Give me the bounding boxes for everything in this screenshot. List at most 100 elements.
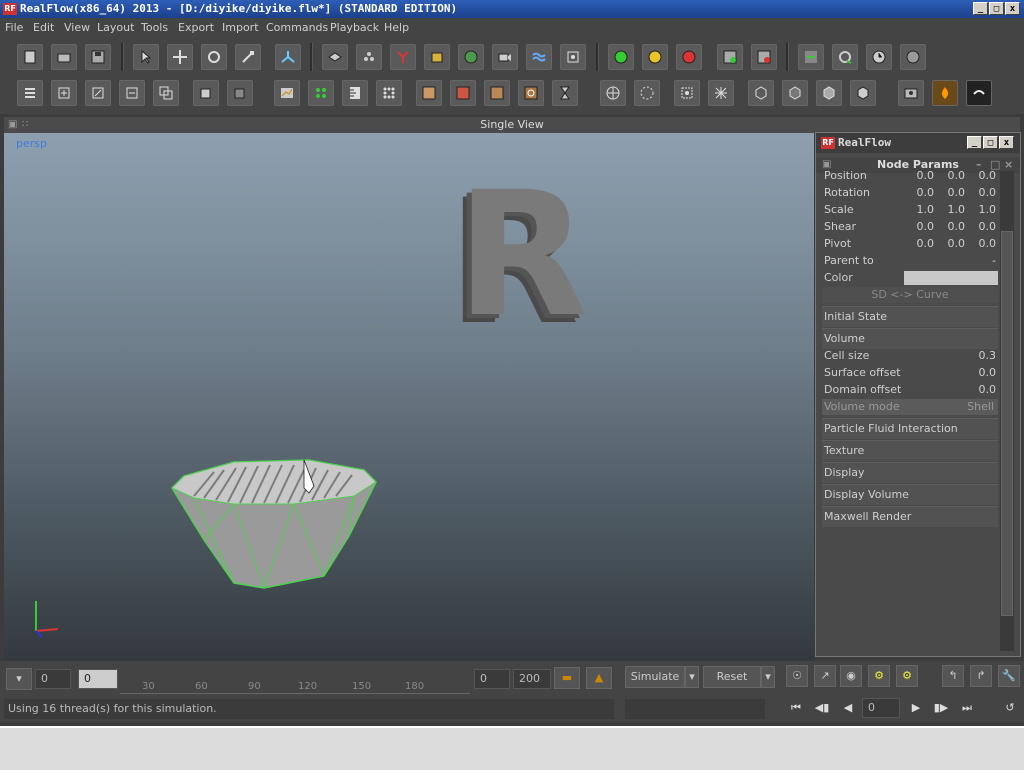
panel-scrollbar[interactable] [1000, 171, 1014, 651]
viewport-grid-icon[interactable]: ∷ [22, 117, 28, 133]
param-row-parent-to[interactable]: Parent to - [822, 253, 998, 269]
viewport-menu-icon[interactable]: ▣ [8, 117, 17, 133]
play-sim-button[interactable] [608, 44, 634, 70]
menu-export[interactable]: Export [178, 18, 214, 38]
maximize-button[interactable]: □ [989, 2, 1004, 15]
param-row-volume-mode[interactable]: Volume mode Shell [822, 399, 998, 415]
timeline-options-button[interactable]: ▾ [6, 668, 32, 690]
param-row-color[interactable]: Color [822, 270, 998, 286]
step-back-button[interactable]: ◀▮ [811, 700, 833, 716]
key-frame-button[interactable]: ▬ [554, 667, 580, 689]
loop-button[interactable]: ↺ [999, 700, 1021, 716]
menu-layout[interactable]: Layout [97, 18, 134, 38]
box-shaded-button[interactable] [227, 80, 253, 106]
emitter-button[interactable] [322, 44, 348, 70]
current-frame-field[interactable]: 0 [78, 669, 118, 689]
param-row-cell-size[interactable]: Cell size 0.3 [822, 348, 998, 364]
minimize-button[interactable]: _ [973, 2, 988, 15]
cube-textured-button[interactable] [850, 80, 876, 106]
color-swatch[interactable] [904, 271, 998, 285]
rigid-body-button[interactable] [560, 44, 586, 70]
param-row-shear[interactable]: Shear 0.0 0.0 0.0 [822, 219, 998, 235]
section-display[interactable]: Display [822, 462, 998, 483]
graph-button[interactable] [274, 80, 300, 106]
r-text-object[interactable]: R [456, 169, 588, 341]
view-globe-button[interactable]: ☉ [786, 665, 808, 687]
section-texture[interactable]: Texture [822, 440, 998, 461]
viewport-a-button[interactable] [600, 80, 626, 106]
texture-b-button[interactable] [450, 80, 476, 106]
unlink-node-button[interactable] [119, 80, 145, 106]
camera-button[interactable] [492, 44, 518, 70]
menu-file[interactable]: File [5, 18, 23, 38]
nodes-button[interactable] [308, 80, 334, 106]
menu-help[interactable]: Help [384, 18, 409, 38]
batch-button[interactable] [832, 44, 858, 70]
save-state-button[interactable] [717, 44, 743, 70]
bowl-mesh-object[interactable] [164, 448, 384, 593]
range-start-field[interactable]: 0 [474, 669, 510, 689]
section-maxwell-render[interactable]: Maxwell Render [822, 506, 998, 527]
param-row-surface-offset[interactable]: Surface offset 0.0 [822, 365, 998, 381]
open-scene-button[interactable] [51, 44, 77, 70]
texture-c-button[interactable] [484, 80, 510, 106]
scale-tool-button[interactable] [235, 44, 261, 70]
save-scene-button[interactable] [85, 44, 111, 70]
cache-frame-button[interactable]: ▲ [586, 667, 612, 689]
pause-sim-button[interactable] [642, 44, 668, 70]
play-forward-button[interactable]: ▶ [905, 700, 927, 716]
section-volume[interactable]: Volume [822, 328, 998, 349]
eye-view-button[interactable]: ◉ [840, 665, 862, 687]
add-node-button[interactable] [51, 80, 77, 106]
section-initial-state[interactable]: Initial State [822, 306, 998, 327]
rotate-tool-button[interactable] [201, 44, 227, 70]
texture-a-button[interactable] [416, 80, 442, 106]
stop-sim-button[interactable] [676, 44, 702, 70]
playback-frame-field[interactable]: 0 [862, 698, 900, 718]
select-tool-button[interactable] [133, 44, 159, 70]
gear-a-button[interactable]: ⚙ [868, 665, 890, 687]
menu-playback[interactable]: Playback [330, 18, 379, 38]
object-button[interactable] [424, 44, 450, 70]
script-button[interactable] [798, 44, 824, 70]
mesh-button[interactable] [458, 44, 484, 70]
viewport-b-button[interactable] [634, 80, 660, 106]
wrench-button[interactable]: 🔧 [998, 665, 1020, 687]
scene-list-button[interactable] [17, 80, 43, 106]
timeline-start-field[interactable]: 0 [35, 669, 71, 689]
go-start-button[interactable]: ⏮ [785, 700, 807, 716]
link-node-button[interactable] [85, 80, 111, 106]
param-row-position[interactable]: Position 0.0 0.0 0.0 [822, 168, 998, 184]
cube-smooth-button[interactable] [816, 80, 842, 106]
box-view-button[interactable] [193, 80, 219, 106]
group-button[interactable] [153, 80, 179, 106]
axis-tool-button[interactable] [275, 44, 301, 70]
3d-viewport[interactable]: persp R [4, 133, 814, 661]
daemon-button[interactable] [390, 44, 416, 70]
viewport-c-button[interactable] [674, 80, 700, 106]
param-row-scale[interactable]: Scale 1.0 1.0 1.0 [822, 202, 998, 218]
render-view-button[interactable] [898, 80, 924, 106]
menu-edit[interactable]: Edit [33, 18, 54, 38]
simulate-button[interactable]: Simulate [625, 666, 685, 688]
play-back-button[interactable]: ◀ [837, 700, 859, 716]
dots-button[interactable] [376, 80, 402, 106]
panel-maximize-button[interactable]: □ [983, 136, 998, 149]
sd-curve-button[interactable]: SD <-> Curve [822, 287, 998, 303]
move-tool-button[interactable] [167, 44, 193, 70]
go-end-button[interactable]: ⏭ [956, 700, 978, 716]
reset-button[interactable]: Reset [703, 666, 761, 688]
menu-commands[interactable]: Commands [266, 18, 328, 38]
time-button[interactable] [866, 44, 892, 70]
render-button[interactable] [900, 44, 926, 70]
timer-button[interactable] [552, 80, 578, 106]
scrollbar-thumb[interactable] [1001, 231, 1013, 616]
menu-tools[interactable]: Tools [141, 18, 168, 38]
param-row-rotation[interactable]: Rotation 0.0 0.0 0.0 [822, 185, 998, 201]
particles-button[interactable] [356, 44, 382, 70]
import-right-button[interactable]: ↱ [970, 665, 992, 687]
hybrido-button[interactable] [966, 80, 992, 106]
texture-d-button[interactable] [518, 80, 544, 106]
gear-b-button[interactable]: ⚙ [896, 665, 918, 687]
graph-view-button[interactable]: ↗ [814, 665, 836, 687]
